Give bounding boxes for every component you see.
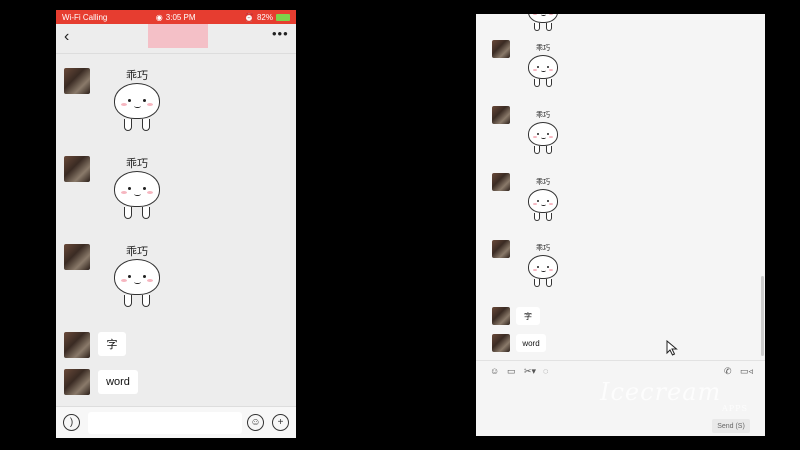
- sticker-message[interactable]: 乖巧: [528, 42, 558, 87]
- sticker-message[interactable]: 乖巧: [528, 109, 558, 154]
- status-time: 3:05 PM: [165, 12, 196, 22]
- chevron-left-icon[interactable]: ‹: [64, 28, 69, 46]
- avatar[interactable]: [492, 240, 510, 258]
- contact-name-redacted: [148, 24, 208, 48]
- sticker-caption: 乖巧: [126, 246, 148, 258]
- phone-icon[interactable]: ✆: [724, 366, 732, 377]
- input-bar: ) ☺ +: [56, 406, 296, 438]
- sticker-message[interactable]: 乖巧: [114, 158, 160, 219]
- sticker-message[interactable]: 乖巧: [528, 14, 558, 31]
- voice-icon[interactable]: ): [63, 414, 80, 431]
- avatar[interactable]: [64, 156, 90, 182]
- mouse-cursor-icon: [666, 340, 678, 356]
- chat-history-icon[interactable]: ◌: [543, 366, 548, 376]
- plus-icon[interactable]: +: [272, 414, 289, 431]
- avatar[interactable]: [492, 334, 510, 352]
- sticker-caption: 乖巧: [536, 245, 550, 252]
- status-bar: Wi-Fi Calling ◉ 3:05 PM ⏰ 82%: [56, 10, 296, 24]
- watermark-sub: APPS: [722, 404, 749, 413]
- scissors-icon[interactable]: ✂▾: [524, 366, 536, 377]
- sticker-message[interactable]: 乖巧: [528, 242, 558, 287]
- sticker-message[interactable]: 乖巧: [114, 246, 160, 307]
- avatar[interactable]: [64, 369, 90, 395]
- scrollbar[interactable]: [761, 276, 764, 356]
- battery-percent: 82%: [256, 12, 273, 22]
- sticker-caption: 乖巧: [536, 179, 550, 186]
- avatar[interactable]: [492, 307, 510, 325]
- sticker-blob: [114, 83, 160, 119]
- message-input[interactable]: [88, 412, 242, 434]
- sticker-message[interactable]: 乖巧: [114, 70, 160, 131]
- avatar[interactable]: [64, 332, 90, 358]
- video-icon[interactable]: ▭◃: [740, 366, 753, 377]
- avatar[interactable]: [492, 40, 510, 58]
- text-message[interactable]: word: [98, 370, 138, 394]
- alarm-icon: ⏰: [244, 12, 254, 22]
- ellipsis-icon[interactable]: •••: [272, 26, 289, 41]
- sticker-caption: 乖巧: [536, 112, 550, 119]
- emoji-icon[interactable]: ☺: [247, 414, 264, 431]
- send-button[interactable]: Send (S): [712, 419, 750, 433]
- text-message[interactable]: 字: [98, 332, 126, 356]
- watermark-text: Icecream: [600, 378, 722, 406]
- sticker-blob: [114, 259, 160, 295]
- recording-icon: ◉: [155, 12, 163, 22]
- avatar[interactable]: [64, 68, 90, 94]
- divider: [476, 360, 765, 361]
- sticker-blob: [114, 171, 160, 207]
- desktop-chat-window: 乖巧 乖巧 乖巧 乖巧 乖巧 字: [476, 14, 765, 436]
- carrier-label: Wi-Fi Calling: [62, 12, 108, 22]
- phone-screen: Wi-Fi Calling ◉ 3:05 PM ⏰ 82% ‹ ••• 乖巧 乖巧 …: [56, 10, 296, 438]
- message-list: 乖巧 乖巧 乖巧 乖巧 乖巧 字: [476, 14, 765, 360]
- sticker-caption: 乖巧: [536, 45, 550, 52]
- folder-icon[interactable]: ▭: [507, 366, 516, 377]
- sticker-caption: 乖巧: [126, 70, 148, 82]
- sticker-message[interactable]: 乖巧: [528, 176, 558, 221]
- chat-header: ‹ •••: [56, 24, 296, 54]
- text-message[interactable]: 字: [516, 307, 540, 325]
- watermark-logo: Icecream APPS: [600, 378, 747, 413]
- emoji-icon[interactable]: ☺: [490, 366, 499, 376]
- battery-icon: [275, 13, 290, 21]
- avatar[interactable]: [492, 173, 510, 191]
- avatar[interactable]: [492, 106, 510, 124]
- text-message[interactable]: word: [516, 334, 546, 352]
- sticker-caption: 乖巧: [126, 158, 148, 170]
- avatar[interactable]: [64, 244, 90, 270]
